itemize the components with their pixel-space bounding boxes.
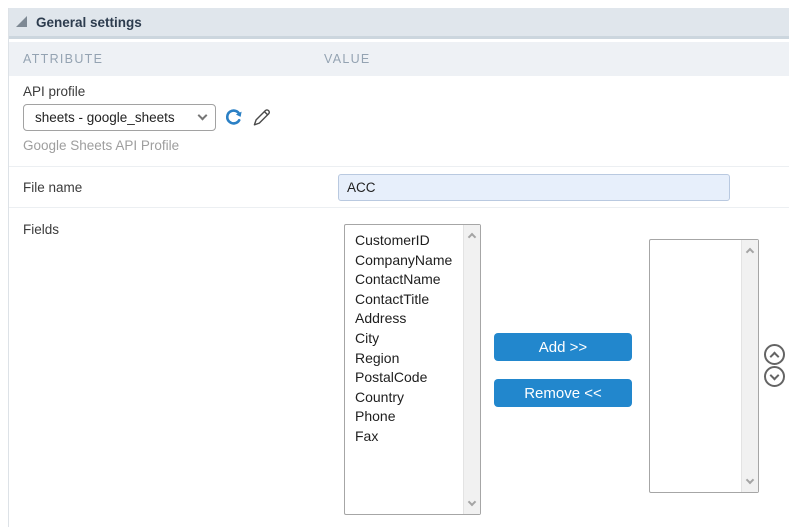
available-fields-listbox[interactable]: CustomerID CompanyName ContactName ContactT… <box>344 224 481 515</box>
chevron-up-icon <box>769 351 780 361</box>
available-fields-list: CustomerID CompanyName ContactName ContactT… <box>345 231 462 512</box>
remove-button[interactable]: Remove << <box>494 379 632 407</box>
scroll-up-icon[interactable] <box>467 232 477 242</box>
field-option[interactable]: City <box>345 329 462 349</box>
file-name-row: File name <box>9 167 789 208</box>
field-option[interactable]: Country <box>345 388 462 408</box>
field-option[interactable]: ContactName <box>345 270 462 290</box>
field-option[interactable]: CompanyName <box>345 251 462 271</box>
refresh-icon[interactable] <box>224 108 243 127</box>
attribute-column-header: ATTRIBUTE <box>23 52 104 66</box>
api-profile-select[interactable]: sheets - google_sheets <box>23 104 216 131</box>
selected-listbox-scrollbar[interactable] <box>741 240 758 492</box>
fields-label: Fields <box>23 222 60 237</box>
scroll-down-icon[interactable] <box>745 475 755 485</box>
api-profile-select-value: sheets - google_sheets <box>35 110 175 125</box>
file-name-label: File name <box>23 180 83 195</box>
field-option[interactable]: CustomerID <box>345 231 462 251</box>
api-profile-label: API profile <box>23 84 86 99</box>
field-option[interactable]: ContactTitle <box>345 290 462 310</box>
general-settings-panel: General settings ATTRIBUTE VALUE API pro… <box>8 8 789 527</box>
collapse-triangle-icon <box>16 15 27 27</box>
file-name-input[interactable] <box>338 174 730 201</box>
field-option[interactable]: PostalCode <box>345 368 462 388</box>
available-listbox-scrollbar[interactable] <box>463 225 480 514</box>
chevron-down-icon <box>769 370 780 380</box>
value-column-header: VALUE <box>324 52 371 66</box>
field-option[interactable]: Fax <box>345 427 462 447</box>
columns-header: ATTRIBUTE VALUE <box>9 42 789 76</box>
scroll-down-icon[interactable] <box>467 497 477 507</box>
fields-row: Fields CustomerID CompanyName ContactName C… <box>9 208 789 524</box>
move-up-button[interactable] <box>764 344 785 365</box>
field-option[interactable]: Region <box>345 349 462 369</box>
field-option[interactable]: Phone <box>345 407 462 427</box>
selected-fields-listbox[interactable] <box>649 239 759 493</box>
api-profile-hint: Google Sheets API Profile <box>23 138 180 153</box>
panel-header[interactable]: General settings <box>9 8 789 39</box>
scroll-up-icon[interactable] <box>745 247 755 257</box>
field-option[interactable]: Address <box>345 309 462 329</box>
api-profile-row: API profile sheets - google_sheets Googl… <box>9 76 789 167</box>
panel-title: General settings <box>36 14 142 30</box>
edit-pencil-icon[interactable] <box>251 107 272 128</box>
chevron-down-icon <box>197 110 208 121</box>
selected-fields-list <box>650 246 740 490</box>
add-button[interactable]: Add >> <box>494 333 632 361</box>
move-down-button[interactable] <box>764 366 785 387</box>
